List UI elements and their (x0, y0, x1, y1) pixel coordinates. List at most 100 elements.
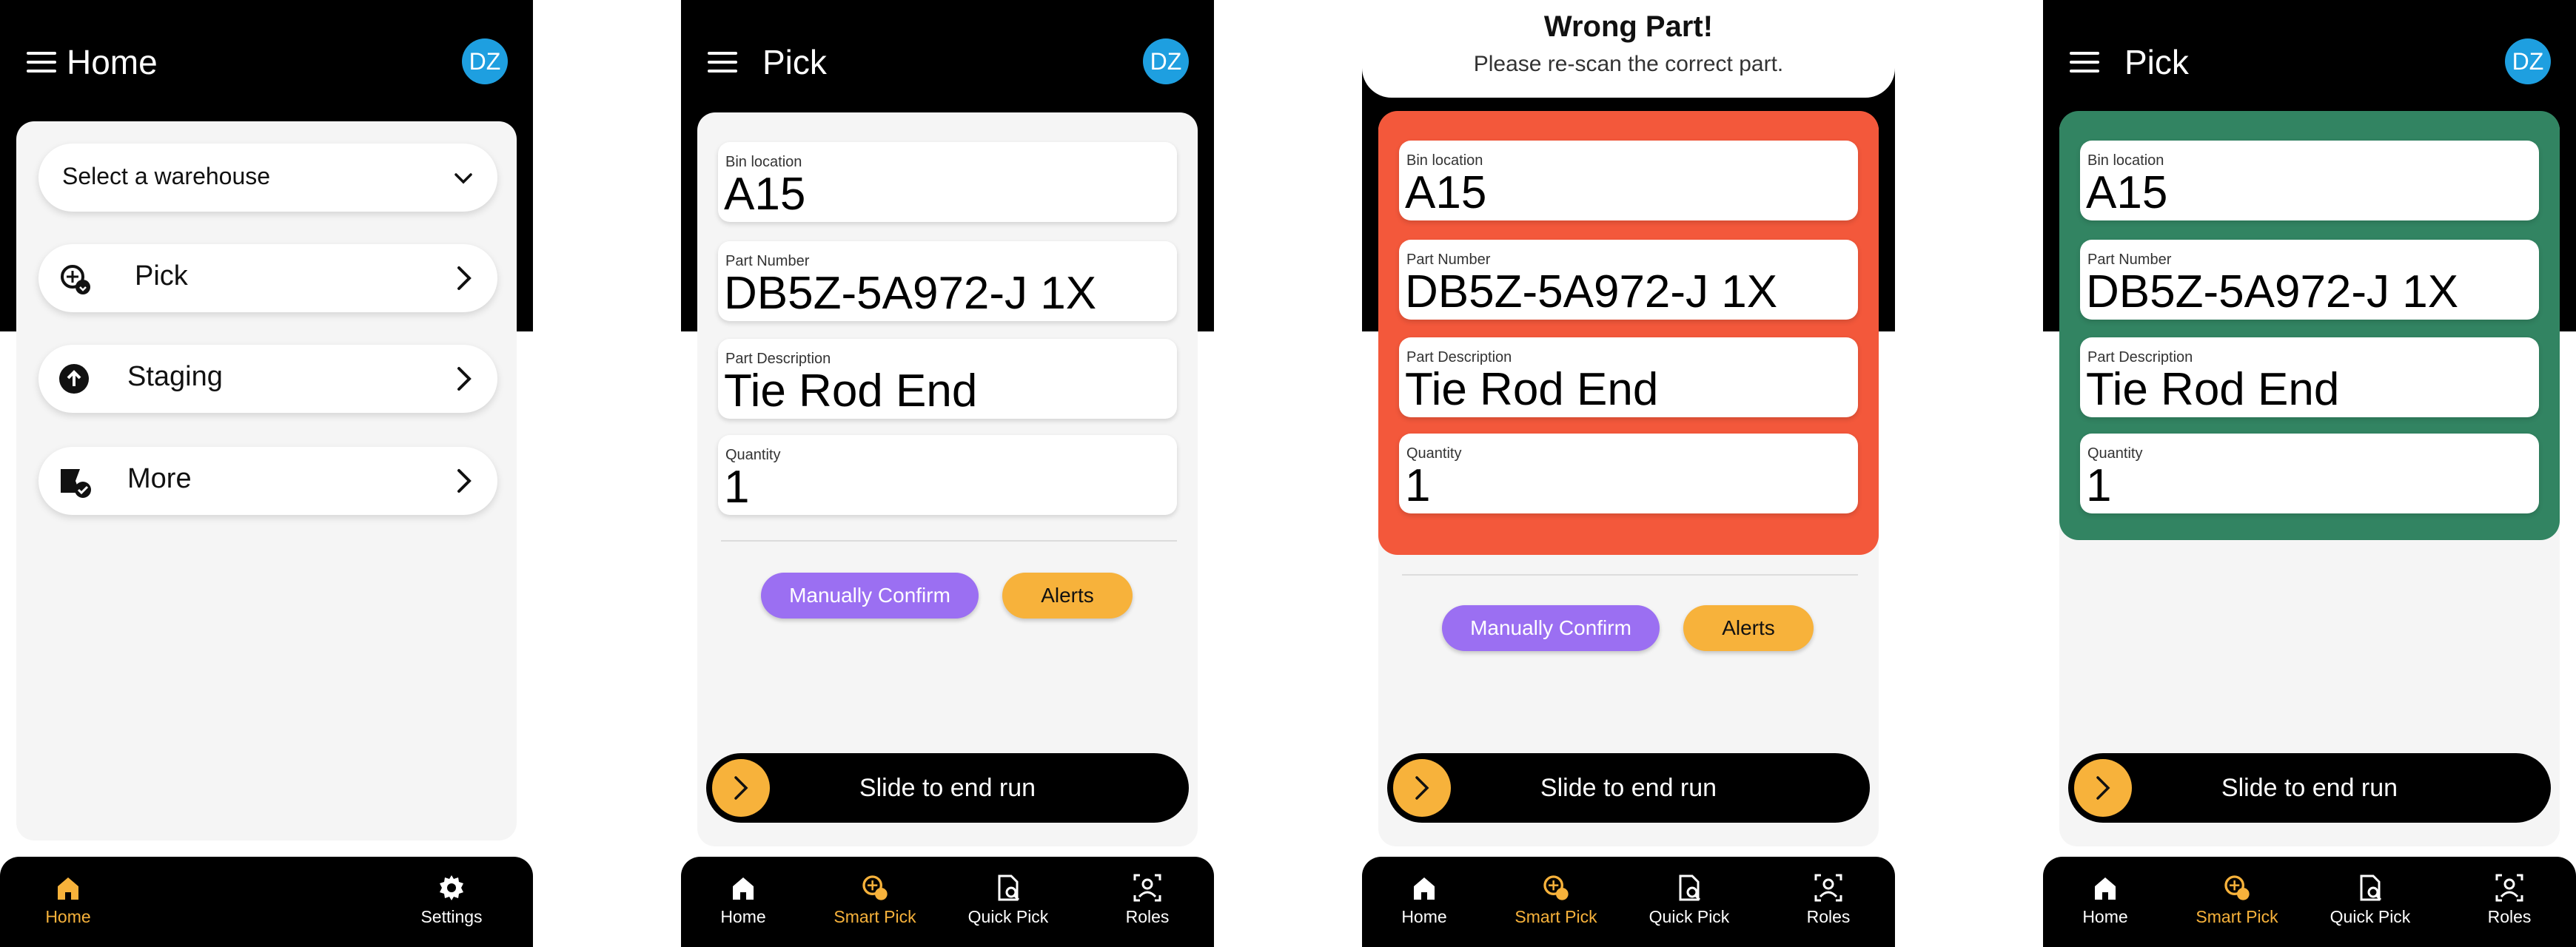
manually-confirm-button[interactable]: Manually Confirm (761, 573, 979, 619)
nav-roles[interactable]: Roles (1777, 873, 1880, 927)
warehouse-select[interactable]: Select a warehouse (38, 144, 497, 212)
field-value: A15 (1405, 167, 1487, 218)
home-icon (2095, 877, 2116, 900)
chevron-right-icon (457, 266, 472, 290)
correct-part-screen: Pick DZ Bin location A15 Part Number DB5… (2043, 0, 2576, 947)
nav-label: Roles (2487, 907, 2532, 926)
menu-item-label: Pick (135, 260, 188, 291)
nav-quick-pick[interactable]: Quick Pick (956, 873, 1060, 927)
nav-quick-pick[interactable]: Quick Pick (1637, 873, 1741, 927)
nav-home[interactable]: Home (2053, 873, 2157, 927)
warehouse-select-label: Select a warehouse (62, 163, 271, 189)
slide-to-end-run[interactable]: Slide to end run (1387, 753, 1870, 823)
smart-pick-icon (2224, 875, 2250, 900)
roles-icon (2495, 874, 2523, 902)
wrong-part-banner: Wrong Part! Please re-scan the correct p… (1362, 0, 1895, 98)
slider-label: Slide to end run (1540, 774, 1717, 802)
nav-home[interactable]: Home (1372, 873, 1476, 927)
nav-home[interactable]: Home (16, 873, 120, 927)
nav-label: Smart Pick (1515, 907, 1597, 926)
part-number-field: Part Number DB5Z-5A972-J 1X (718, 241, 1177, 321)
bin-location-field: Bin location A15 (2080, 141, 2539, 220)
avatar[interactable]: DZ (1143, 38, 1189, 84)
bottom-nav: Home Smart Pick Quick Pick Roles (1362, 857, 1895, 947)
smart-pick-icon (1543, 875, 1569, 900)
nav-label: Quick Pick (967, 907, 1049, 926)
menu-item-pick[interactable]: Pick (38, 244, 497, 312)
home-icon (58, 877, 78, 900)
slide-to-end-run[interactable]: Slide to end run (2068, 753, 2551, 823)
nav-label: Smart Pick (833, 907, 916, 926)
nav-label: Settings (420, 907, 483, 926)
nav-label: Home (1401, 907, 1447, 926)
bin-location-field: Bin location A15 (1399, 141, 1858, 220)
banner-title: Wrong Part! (1543, 10, 1714, 43)
page-title: Home (67, 43, 158, 81)
menu-item-more[interactable]: More (38, 447, 497, 515)
nav-roles[interactable]: Roles (1096, 873, 1199, 927)
nav-smart-pick[interactable]: Smart Pick (2185, 873, 2289, 927)
field-value: DB5Z-5A972-J 1X (724, 268, 1097, 319)
wrong-part-screen: Wrong Part! Please re-scan the correct p… (1362, 0, 1895, 947)
menu-item-staging[interactable]: Staging (38, 345, 497, 413)
nav-label: Home (2082, 907, 2128, 926)
quick-pick-icon (1679, 874, 1701, 901)
nav-label: Quick Pick (1648, 907, 1730, 926)
chevron-down-icon (455, 173, 472, 184)
divider (1402, 574, 1858, 576)
chevron-right-icon (457, 367, 472, 391)
part-description-field: Part Description Tie Rod End (1399, 337, 1858, 417)
smart-pick-icon (862, 875, 888, 900)
avatar[interactable]: DZ (462, 38, 508, 84)
nav-label: Home (720, 907, 766, 926)
field-value: A15 (724, 169, 806, 220)
pick-card: Bin location A15 Part Number DB5Z-5A972-… (697, 112, 1198, 846)
alerts-button[interactable]: Alerts (1683, 605, 1814, 651)
roles-icon (1814, 874, 1842, 902)
part-description-field: Part Description Tie Rod End (718, 339, 1177, 419)
gear-icon (440, 875, 463, 900)
menu-icon[interactable] (708, 52, 737, 74)
field-value: A15 (2086, 167, 2168, 218)
nav-label: Roles (1125, 907, 1170, 926)
nav-label: Home (45, 907, 91, 926)
nav-settings[interactable]: Settings (400, 873, 503, 927)
slider-label: Slide to end run (2221, 774, 2398, 802)
divider (721, 540, 1177, 542)
nav-home[interactable]: Home (691, 873, 795, 927)
nav-quick-pick[interactable]: Quick Pick (2318, 873, 2422, 927)
correct-part-highlight: Bin location A15 Part Number DB5Z-5A972-… (2059, 111, 2560, 540)
part-number-field: Part Number DB5Z-5A972-J 1X (1399, 240, 1858, 320)
home-card: Select a warehouse Pick Staging More (16, 121, 517, 840)
quantity-field: Quantity 1 (718, 435, 1177, 515)
banner-message: Please re-scan the correct part. (1473, 52, 1784, 76)
field-value: DB5Z-5A972-J 1X (2086, 266, 2459, 317)
chevron-right-icon (457, 469, 472, 493)
menu-icon[interactable] (27, 52, 56, 74)
slide-to-end-run[interactable]: Slide to end run (706, 753, 1189, 823)
bin-location-field: Bin location A15 (718, 142, 1177, 222)
bottom-nav: Home Smart Pick Quick Pick Roles (2043, 857, 2576, 947)
bottom-nav: Home Settings (0, 857, 533, 947)
page-title: Pick (762, 43, 827, 81)
nav-roles[interactable]: Roles (2458, 873, 2561, 927)
field-value: 1 (1405, 460, 1431, 511)
menu-item-label: More (127, 463, 192, 494)
menu-item-label: Staging (127, 361, 223, 392)
home-icon (1414, 877, 1435, 900)
page-title: Pick (2124, 43, 2189, 81)
nav-smart-pick[interactable]: Smart Pick (1504, 873, 1608, 927)
avatar[interactable]: DZ (2505, 38, 2551, 84)
nav-label: Roles (1806, 907, 1851, 926)
manually-confirm-button[interactable]: Manually Confirm (1442, 605, 1660, 651)
part-description-field: Part Description Tie Rod End (2080, 337, 2539, 417)
home-icon (733, 877, 754, 900)
slider-label: Slide to end run (859, 774, 1036, 802)
nav-label: Quick Pick (2330, 907, 2411, 926)
nav-smart-pick[interactable]: Smart Pick (823, 873, 927, 927)
alerts-button[interactable]: Alerts (1002, 573, 1133, 619)
field-value: Tie Rod End (724, 365, 978, 417)
wrong-part-highlight: Bin location A15 Part Number DB5Z-5A972-… (1378, 111, 1879, 555)
menu-icon[interactable] (2070, 52, 2099, 74)
pick-screen: Pick DZ Bin location A15 Part Number DB5… (681, 0, 1214, 947)
